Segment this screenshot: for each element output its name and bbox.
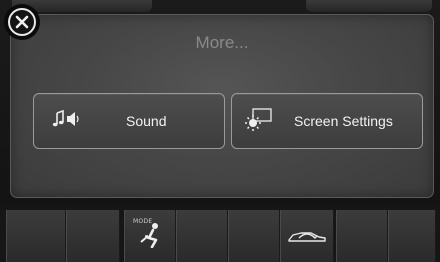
screen-settings-label: Screen Settings: [294, 113, 393, 129]
dock-button-4[interactable]: [176, 210, 228, 262]
dock-recirculation-button[interactable]: [280, 210, 334, 262]
dock-fan-mode-button[interactable]: MODE: [124, 210, 176, 262]
sound-label: Sound: [126, 113, 167, 129]
more-menu-screen: More... Sound Screen Settings MODE: [0, 0, 440, 262]
top-tab-right: [306, 0, 432, 12]
close-icon: [8, 8, 36, 36]
music-speaker-icon: [52, 109, 80, 134]
panel-title: More...: [195, 33, 249, 52]
dock-button-5[interactable]: [228, 210, 280, 262]
dock-button-1[interactable]: [6, 210, 66, 262]
dock-button-2[interactable]: [66, 210, 120, 262]
sound-button[interactable]: Sound: [33, 93, 225, 149]
screen-settings-button[interactable]: Screen Settings: [231, 93, 423, 149]
bottom-dock: MODE: [0, 204, 440, 262]
car-recirculation-icon: [287, 226, 327, 251]
screen-brightness-icon: [244, 107, 274, 136]
more-panel: More... Sound Screen Settings: [10, 14, 434, 198]
dock-button-8[interactable]: [388, 210, 436, 262]
fan-mode-icon: [139, 222, 163, 253]
close-button[interactable]: [4, 4, 40, 40]
dock-button-7[interactable]: [336, 210, 388, 262]
